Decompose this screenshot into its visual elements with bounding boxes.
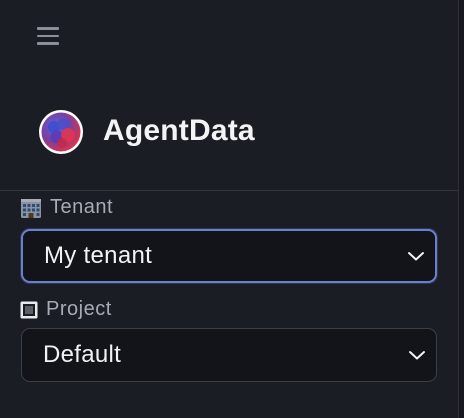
tenant-label: Tenant [20,196,113,219]
chevron-down-icon [409,351,425,360]
menu-bar-middle [37,34,59,38]
square-button-icon [20,301,38,318]
chevron-down-icon [408,252,424,261]
sidebar: AgentData Tenant My tenant Project Defau… [0,0,458,418]
menu-bar-top [37,27,59,30]
project-label: Project [20,298,112,321]
project-select-value: Default [43,341,122,368]
header-divider [0,190,458,191]
tenant-select[interactable]: My tenant [21,229,437,283]
tenant-label-text: Tenant [50,196,114,218]
menu-bar-bottom [37,42,59,45]
project-select[interactable]: Default [21,328,437,382]
office-building-icon [21,198,41,218]
hamburger-menu-icon[interactable] [34,22,62,50]
project-label-text: Project [46,298,112,320]
agentdata-logo-icon [39,110,83,154]
tenant-select-value: My tenant [44,242,153,269]
sidebar-resize-edge[interactable] [458,0,464,418]
app-title: AgentData [103,114,255,147]
